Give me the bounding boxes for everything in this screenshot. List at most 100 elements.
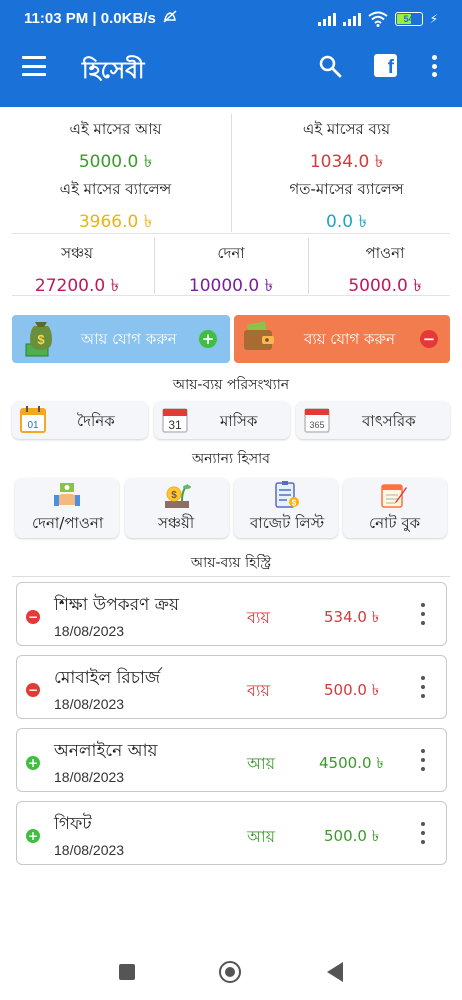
history-item-title: শিক্ষা উপকরণ ক্রয় <box>54 595 179 615</box>
expense-value: 1034.0 ৳ <box>309 152 384 172</box>
savings-label: সঞ্চয় <box>61 244 93 262</box>
monthly-calendar-number: 31 <box>168 418 182 432</box>
status-clock: 11:03 PM <box>24 10 89 27</box>
yearly-calendar-number: 365 <box>309 420 324 430</box>
handshake-money-icon <box>54 483 80 506</box>
history-item[interactable]: − শিক্ষা উপকরণ ক্রয় 18/08/2023 ব্যয় 53… <box>16 582 447 646</box>
add-expense-label: ব্যয় যোগ করুন <box>304 330 395 348</box>
history-item-type: ব্যয় <box>247 608 270 627</box>
mute-icon <box>163 10 177 23</box>
savings-value: 27200.0 ৳ <box>34 276 120 296</box>
income-summary: এই মাসের আয় 5000.0 ৳ <box>0 118 231 177</box>
budget-list-icon: $ <box>275 481 299 508</box>
wallet-icon <box>244 321 274 350</box>
notebook-icon <box>381 484 407 508</box>
svg-text:$: $ <box>171 490 177 501</box>
monthly-stats-button[interactable]: 31 মাসিক <box>154 401 290 439</box>
monthly-stats-label: মাসিক <box>220 412 258 430</box>
notebook-button[interactable]: নোট বুক <box>343 478 447 538</box>
divider <box>231 114 232 232</box>
minus-circle-icon: − <box>420 330 438 348</box>
history-item[interactable]: − মোবাইল রিচার্জ 18/08/2023 ব্যয় 500.0 … <box>16 655 447 719</box>
signal-icon <box>342 12 361 26</box>
history-item-type: আয় <box>247 827 276 846</box>
receivable-label: পাওনা <box>365 244 405 262</box>
history-item[interactable]: + অনলাইনে আয় 18/08/2023 আয় 4500.0 ৳ <box>16 728 447 792</box>
savings-plant-icon: $ <box>165 484 191 508</box>
add-expense-button[interactable]: ব্যয় যোগ করুন − <box>234 315 450 363</box>
svg-text:$: $ <box>292 499 297 508</box>
history-item-amount: 500.0 ৳ <box>324 681 380 699</box>
income-label: এই মাসের আয় <box>69 120 162 138</box>
more-vert-icon[interactable] <box>419 676 427 698</box>
signal-icon <box>317 12 336 26</box>
receivable-summary: পাওনা 5000.0 ৳ <box>308 242 462 301</box>
search-icon[interactable] <box>318 54 342 78</box>
more-vert-icon[interactable] <box>430 55 438 77</box>
income-indicator-icon: + <box>26 756 40 770</box>
savings-button[interactable]: $ সঞ্চয়ী <box>125 478 229 538</box>
divider <box>12 295 450 296</box>
status-bar: 11:03 PM | 0.0KB/s 54 ⚡ <box>0 0 462 36</box>
back-icon[interactable] <box>327 962 343 982</box>
history-item-amount: 534.0 ৳ <box>324 608 380 626</box>
history-section-title: আয়-ব্যয় হিস্ট্রি <box>190 555 272 571</box>
divider <box>308 238 309 294</box>
plus-circle-icon: + <box>199 330 217 348</box>
app-bar: হিসেবী f <box>0 36 462 98</box>
receivable-value: 5000.0 ৳ <box>348 276 422 296</box>
notebook-label: নোট বুক <box>369 514 421 532</box>
recents-icon[interactable] <box>119 964 135 980</box>
battery-level: 54 <box>403 14 414 24</box>
yearly-stats-label: বাৎসরিক <box>362 412 416 430</box>
debt-receivable-label: দেনা/পাওনা <box>32 514 104 532</box>
facebook-icon[interactable]: f <box>374 54 397 77</box>
debt-receivable-button[interactable]: দেনা/পাওনা <box>15 478 119 538</box>
divider <box>12 233 450 234</box>
more-vert-icon[interactable] <box>419 822 427 844</box>
debt-summary: দেনা 10000.0 ৳ <box>154 242 308 301</box>
calendar-icon: 31 <box>162 408 188 433</box>
history-item-date: 18/08/2023 <box>54 623 125 639</box>
balance-summary: এই মাসের ব্যালেন্স 3966.0 ৳ <box>0 178 231 237</box>
divider <box>12 576 450 577</box>
daily-stats-button[interactable]: 01 দৈনিক <box>12 401 148 439</box>
charging-icon: ⚡ <box>429 12 438 26</box>
income-indicator-icon: + <box>26 829 40 843</box>
stats-section-title: আয়-ব্যয় পরিসংখ্যান <box>172 377 290 393</box>
history-item[interactable]: + গিফট 18/08/2023 আয় 500.0 ৳ <box>16 801 447 865</box>
more-vert-icon[interactable] <box>419 603 427 625</box>
history-item-amount: 500.0 ৳ <box>324 827 380 845</box>
calendar-icon: 365 <box>304 408 330 433</box>
more-vert-icon[interactable] <box>419 749 427 771</box>
other-section-title: অন্যান্য হিসাব <box>192 451 270 467</box>
history-item-type: ব্যয় <box>247 681 270 700</box>
daily-stats-label: দৈনিক <box>77 412 115 430</box>
battery-icon: 54 <box>394 12 423 26</box>
app-title: হিসেবী <box>82 58 145 84</box>
savings-summary: সঞ্চয় 27200.0 ৳ <box>0 242 154 301</box>
svg-text:$: $ <box>37 332 45 347</box>
history-item-type: আয় <box>247 754 276 773</box>
add-income-label: আয় যোগ করুন <box>81 330 177 348</box>
status-net-speed: 0.0KB/s <box>100 10 156 27</box>
history-item-amount: 4500.0 ৳ <box>319 754 384 772</box>
history-item-date: 18/08/2023 <box>54 769 125 785</box>
daily-calendar-number: 01 <box>27 420 39 431</box>
status-time: 11:03 PM | 0.0KB/s <box>24 10 178 27</box>
debt-label: দেনা <box>217 244 245 262</box>
add-income-button[interactable]: $ আয় যোগ করুন + <box>12 315 230 363</box>
divider <box>154 238 155 294</box>
home-icon[interactable] <box>219 961 241 983</box>
history-item-date: 18/08/2023 <box>54 696 125 712</box>
calendar-icon: 01 <box>20 406 46 433</box>
status-icons: 54 ⚡ <box>317 10 438 28</box>
balance-label: এই মাসের ব্যালেন্স <box>59 180 172 198</box>
budget-list-label: বাজেট লিস্ট <box>250 514 325 532</box>
yearly-stats-button[interactable]: 365 বাৎসরিক <box>296 401 450 439</box>
app-header: 11:03 PM | 0.0KB/s 54 ⚡ হিসেবী f <box>0 0 462 107</box>
menu-icon[interactable] <box>22 56 46 76</box>
budget-list-button[interactable]: $ বাজেট লিস্ট <box>234 478 338 538</box>
money-bag-icon: $ <box>25 322 52 357</box>
system-nav-bar <box>0 942 462 1000</box>
